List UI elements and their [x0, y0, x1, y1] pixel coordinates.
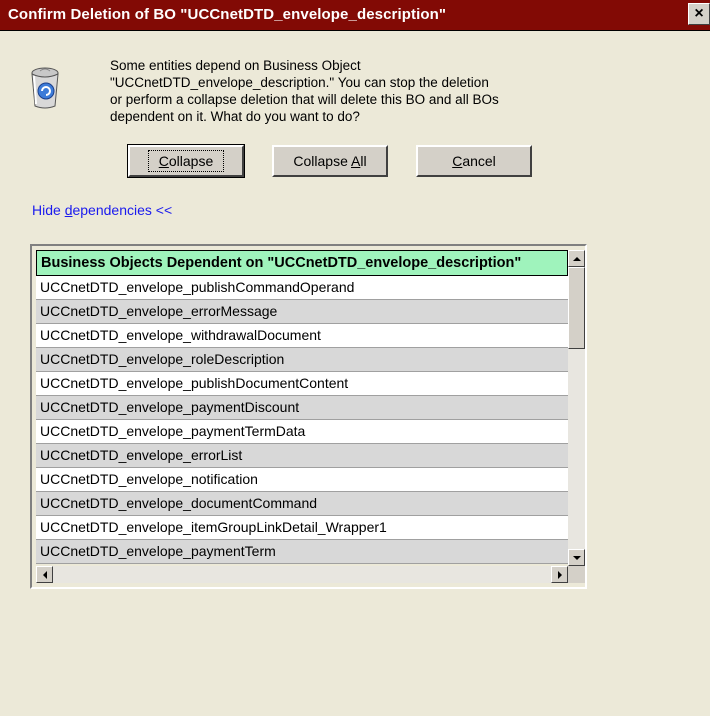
table-row[interactable]: UCCnetDTD_envelope_withdrawalDocument: [36, 324, 568, 348]
cancel-button-label: Cancel: [452, 153, 496, 169]
table-row[interactable]: UCCnetDTD_envelope_errorList: [36, 444, 568, 468]
dialog-message: Some entities depend on Business Object …: [110, 57, 590, 125]
collapse-button-label: Collapse: [147, 150, 225, 172]
cancel-button[interactable]: Cancel: [416, 145, 532, 177]
collapse-all-button-label: Collapse All: [293, 153, 367, 169]
table-row[interactable]: UCCnetDTD_envelope_paymentDiscount: [36, 396, 568, 420]
window-title: Confirm Deletion of BO "UCCnetDTD_envelo…: [8, 6, 447, 23]
table-row[interactable]: UCCnetDTD_envelope_paymentTermData: [36, 420, 568, 444]
table-row[interactable]: UCCnetDTD_envelope_roleDescription: [36, 348, 568, 372]
collapse-all-button[interactable]: Collapse All: [272, 145, 388, 177]
close-button[interactable]: ×: [688, 3, 710, 25]
horizontal-scrollbar[interactable]: [36, 566, 568, 583]
scrollbar-thumb[interactable]: [568, 267, 585, 349]
arrow-left-icon: [42, 570, 47, 579]
table-row[interactable]: UCCnetDTD_envelope_paymentTerm: [36, 540, 568, 564]
scroll-left-button[interactable]: [36, 566, 53, 583]
table-grid: Business Objects Dependent on "UCCnetDTD…: [36, 250, 568, 566]
message-line: "UCCnetDTD_envelope_description." You ca…: [110, 75, 489, 90]
vertical-scrollbar[interactable]: [568, 250, 585, 566]
message-line: dependent on it. What do you want to do?: [110, 109, 360, 124]
scrollbar-corner: [568, 566, 585, 583]
recycle-bin-icon: [30, 66, 60, 110]
scroll-down-button[interactable]: [568, 549, 585, 566]
scroll-right-button[interactable]: [551, 566, 568, 583]
message-line: Some entities depend on Business Object: [110, 58, 361, 73]
scroll-up-button[interactable]: [568, 250, 585, 267]
table-row[interactable]: UCCnetDTD_envelope_publishDocumentConten…: [36, 372, 568, 396]
hide-dependencies-link[interactable]: Hide dependencies <<: [32, 202, 172, 218]
title-bar: Confirm Deletion of BO "UCCnetDTD_envelo…: [0, 0, 710, 31]
table-row[interactable]: UCCnetDTD_envelope_documentCommand: [36, 492, 568, 516]
table-header[interactable]: Business Objects Dependent on "UCCnetDTD…: [36, 250, 568, 276]
arrow-up-icon: [572, 256, 581, 261]
collapse-button[interactable]: Collapse: [127, 144, 245, 178]
arrow-right-icon: [557, 570, 562, 579]
table-row[interactable]: UCCnetDTD_envelope_publishCommandOperand: [36, 276, 568, 300]
table-row[interactable]: UCCnetDTD_envelope_errorMessage: [36, 300, 568, 324]
table-row[interactable]: UCCnetDTD_envelope_itemGroupLinkDetail_W…: [36, 516, 568, 540]
arrow-down-icon: [572, 555, 581, 560]
message-line: or perform a collapse deletion that will…: [110, 92, 499, 107]
close-icon: ×: [694, 5, 704, 22]
dependencies-table: Business Objects Dependent on "UCCnetDTD…: [30, 244, 587, 589]
table-row[interactable]: UCCnetDTD_envelope_notification: [36, 468, 568, 492]
